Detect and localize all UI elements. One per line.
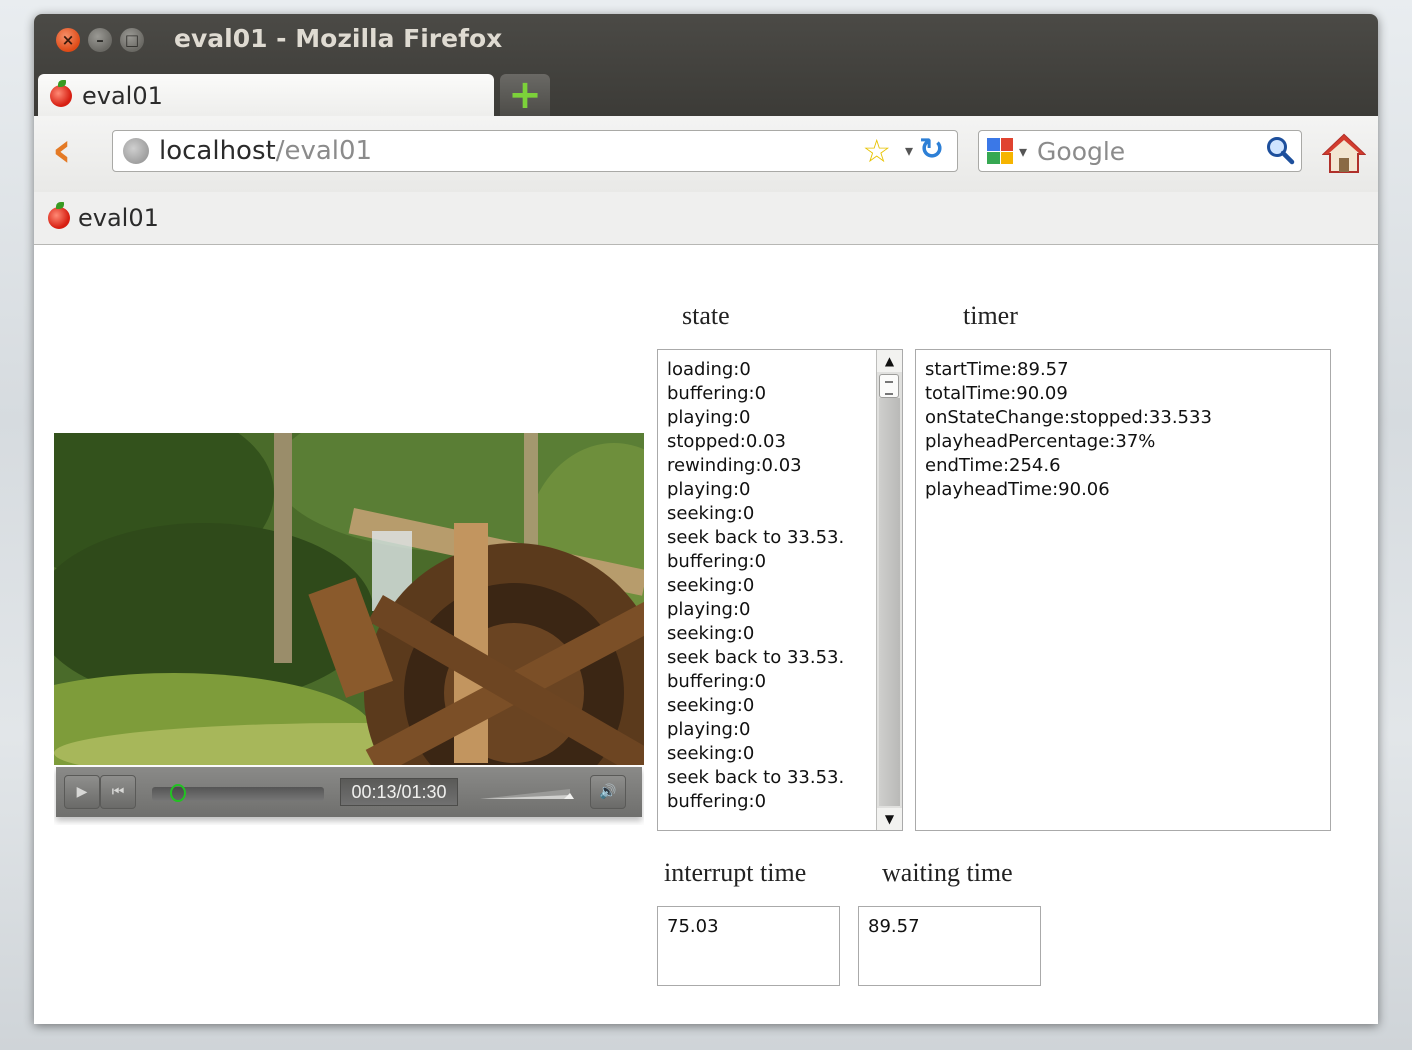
new-tab-button[interactable]: + (500, 74, 550, 116)
search-bar[interactable]: ▾ (978, 130, 1302, 172)
state-line: seeking:0 (667, 743, 755, 764)
water-wheel-video-frame (54, 433, 644, 765)
bookmark-eval01[interactable]: eval01 (78, 204, 159, 232)
google-logo-icon[interactable] (987, 138, 1013, 164)
url-path: /eval01 (275, 136, 373, 166)
minimize-window-button[interactable]: – (88, 28, 112, 52)
state-line: loading:0 (667, 359, 751, 380)
state-log-textarea[interactable]: loading:0 buffering:0 playing:0 stopped:0.0… (657, 349, 903, 831)
video-controls: ▶ ⏮ 00:13/01:30 🔊 (56, 767, 642, 817)
home-icon[interactable] (1322, 132, 1366, 176)
timer-log-textarea[interactable]: startTime:89.57 totalTime:90.09 onStateCha… (915, 349, 1331, 831)
tomato-favicon-icon (50, 80, 72, 107)
skip-back-icon: ⏮ (111, 784, 125, 800)
volume-slider[interactable] (480, 787, 574, 801)
timer-line: playheadTime:90.06 (925, 479, 1110, 500)
state-line: seeking:0 (667, 503, 755, 524)
state-line: seek back to 33.53. (667, 527, 845, 548)
globe-icon (123, 138, 149, 164)
scroll-up-arrow-icon[interactable]: ▲ (877, 350, 902, 372)
state-line: seek back to 33.53. (667, 647, 845, 668)
bookmark-star-icon[interactable]: ☆ (862, 133, 891, 169)
state-log: loading:0 buffering:0 playing:0 stopped:0.0… (658, 350, 902, 814)
navigation-toolbar: ‹ localhost/eval01 ☆ ▾ ↻ ▾ (34, 116, 1378, 192)
state-line: seek back to 33.53. (667, 767, 845, 788)
state-line: buffering:0 (667, 383, 767, 404)
mute-button[interactable]: 🔊 (590, 775, 626, 809)
interrupt-time-heading: interrupt time (664, 858, 807, 887)
video-player[interactable]: ▶ ⏮ 00:13/01:30 🔊 (54, 433, 644, 825)
waiting-time-field[interactable]: 89.57 (858, 906, 1041, 986)
waiting-time-heading: waiting time (882, 858, 1013, 887)
speaker-icon: 🔊 (599, 784, 617, 800)
maximize-window-button[interactable]: □ (120, 28, 144, 52)
page-content: ▶ ⏮ 00:13/01:30 🔊 state loading:0 buffer… (34, 245, 1378, 1024)
state-line: stopped:0.03 (667, 431, 786, 452)
search-icon[interactable] (1265, 135, 1295, 165)
interrupt-time-value: 75.03 (667, 916, 719, 937)
search-engine-dropdown-icon[interactable]: ▾ (1019, 142, 1027, 161)
rewind-button[interactable]: ⏮ (100, 775, 136, 809)
window-title: eval01 - Mozilla Firefox (174, 24, 503, 53)
browser-window: × – □ eval01 - Mozilla Firefox eval01 + … (34, 14, 1378, 1024)
history-dropdown-icon[interactable]: ▾ (905, 137, 913, 165)
play-icon: ▶ (76, 784, 88, 800)
state-line: buffering:0 (667, 551, 767, 572)
timer-log: startTime:89.57 totalTime:90.09 onStateCha… (916, 350, 1330, 502)
tab-eval01[interactable]: eval01 (38, 74, 494, 118)
tomato-favicon-icon (48, 202, 70, 229)
scroll-thumb[interactable] (879, 374, 899, 398)
state-line: seeking:0 (667, 623, 755, 644)
waiting-time-value: 89.57 (868, 916, 920, 937)
state-line: buffering:0 (667, 671, 767, 692)
close-window-button[interactable]: × (56, 28, 80, 52)
interrupt-time-field[interactable]: 75.03 (657, 906, 840, 986)
timer-line: endTime:254.6 (925, 455, 1061, 476)
tab-label: eval01 (82, 82, 163, 110)
state-scrollbar[interactable]: ▲ ▼ (876, 350, 902, 830)
state-line: seeking:0 (667, 575, 755, 596)
scroll-track[interactable] (879, 398, 900, 806)
timer-line: startTime:89.57 (925, 359, 1069, 380)
seek-handle[interactable] (170, 784, 187, 802)
back-button[interactable]: ‹ (52, 126, 88, 174)
url-bar[interactable]: localhost/eval01 ☆ ▾ ↻ (112, 130, 958, 172)
timer-line: playheadPercentage:37% (925, 431, 1156, 452)
state-line: playing:0 (667, 719, 751, 740)
timer-line: totalTime:90.09 (925, 383, 1068, 404)
plus-icon: + (508, 72, 542, 118)
url-host: localhost (159, 136, 276, 166)
state-heading: state (682, 301, 730, 330)
time-display: 00:13/01:30 (340, 778, 458, 806)
reload-icon[interactable]: ↻ (919, 135, 949, 165)
seek-bar[interactable] (152, 784, 324, 802)
state-line: playing:0 (667, 407, 751, 428)
state-line: rewinding:0.03 (667, 455, 802, 476)
bookmarks-toolbar: eval01 (34, 192, 1378, 245)
state-line: buffering:0 (667, 791, 767, 812)
state-line: seeking:0 (667, 695, 755, 716)
timer-line: onStateChange:stopped:33.533 (925, 407, 1212, 428)
scroll-down-arrow-icon[interactable]: ▼ (877, 808, 902, 830)
titlebar: × – □ eval01 - Mozilla Firefox eval01 + (34, 14, 1378, 118)
back-arrow-icon: ‹ (52, 122, 72, 178)
play-button[interactable]: ▶ (64, 775, 100, 809)
search-input[interactable] (1035, 135, 1250, 167)
state-line: playing:0 (667, 599, 751, 620)
timer-heading: timer (963, 301, 1018, 330)
state-line: playing:0 (667, 479, 751, 500)
